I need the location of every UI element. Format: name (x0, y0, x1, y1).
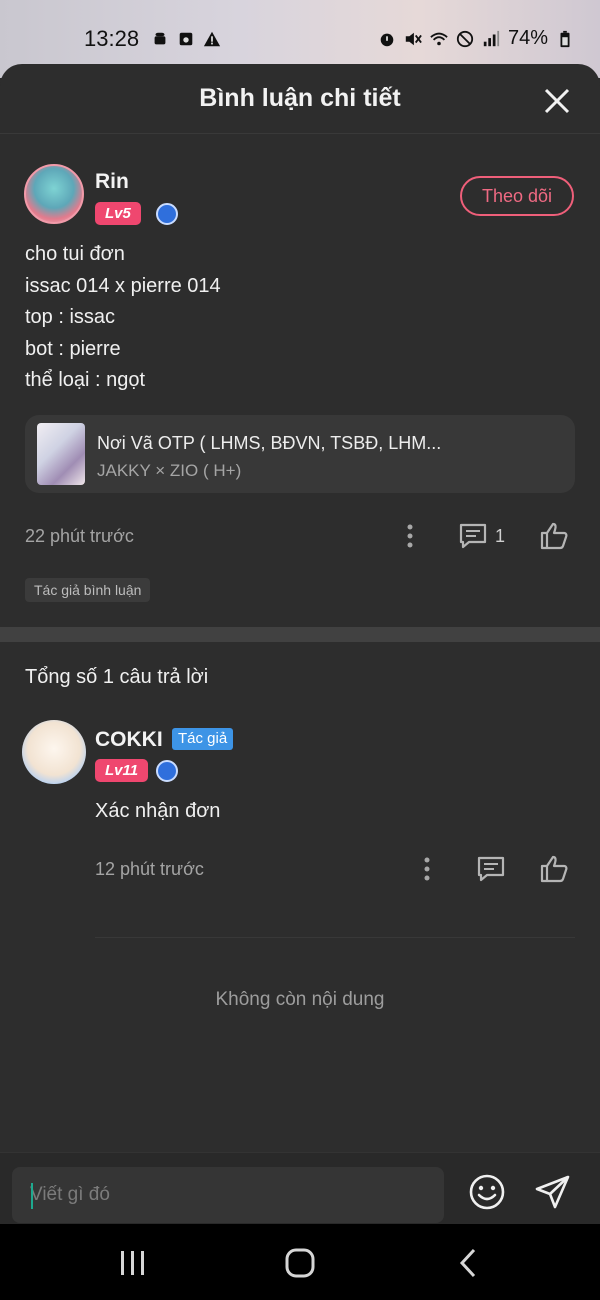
status-time: 13:28 (84, 26, 140, 51)
replies-title: Tổng số 1 câu trả lời (25, 666, 209, 688)
comment-body: cho tui đơn issac 014 x pierre 014 top :… (25, 239, 221, 397)
comment-line: cho tui đơn (25, 243, 125, 265)
avatar[interactable] (22, 720, 86, 784)
recent-apps-icon[interactable] (114, 1248, 150, 1278)
reply-time: 12 phút trước (95, 859, 204, 879)
mute-icon (405, 32, 422, 45)
divider (95, 937, 575, 938)
battery-icon (560, 30, 570, 47)
story-card[interactable]: Nơi Vã OTP ( LHMS, BĐVN, TSBĐ, LHM... JA… (25, 415, 575, 493)
story-cover (37, 423, 85, 485)
comment-input[interactable] (12, 1167, 444, 1223)
reply-count: 1 (495, 526, 506, 546)
more-icon[interactable] (412, 854, 442, 884)
warning-icon (203, 31, 221, 47)
status-left: 13:28 (84, 26, 221, 52)
story-title: Nơi Vã OTP ( LHMS, BĐVN, TSBĐ, LHM... (97, 433, 442, 453)
android-icon (154, 32, 166, 45)
emoji-icon[interactable] (468, 1173, 506, 1211)
back-icon[interactable] (450, 1248, 486, 1278)
more-icon[interactable] (395, 521, 425, 551)
close-icon[interactable] (544, 88, 570, 114)
like-icon[interactable] (539, 521, 569, 551)
story-subtitle: JAKKY × ZIO ( H+) (97, 461, 242, 480)
send-icon[interactable] (533, 1172, 573, 1212)
camera-icon (179, 32, 193, 46)
composer (0, 1152, 600, 1224)
level-badge: Lv11 (95, 759, 149, 782)
follow-button[interactable]: Theo dõi (460, 176, 574, 216)
system-nav-bar (0, 1224, 600, 1300)
dnd-icon (456, 30, 474, 47)
comment-line: top : issac (25, 306, 116, 329)
like-icon[interactable] (539, 854, 569, 884)
comment-time: 22 phút trước (25, 526, 134, 546)
author-badge: Tác giả (172, 728, 234, 750)
comment-line: thể loại : ngọt (25, 369, 146, 392)
section-divider (0, 627, 600, 642)
comment-line: issac 014 x pierre 014 (25, 274, 221, 297)
home-icon[interactable] (282, 1248, 318, 1278)
signal-icon (483, 30, 500, 46)
drop-badge-icon (156, 203, 178, 225)
sheet-title: Bình luận chi tiết (199, 84, 401, 112)
end-of-content: Không còn nội dung (215, 989, 385, 1010)
comment-author-tag: Tác giả bình luận (25, 578, 151, 602)
sheet-header: Bình luận chi tiết (0, 64, 600, 134)
level-badge: Lv5 (95, 202, 141, 225)
battery-text: 74% (507, 27, 548, 49)
text-caret (31, 1183, 33, 1209)
avatar[interactable] (24, 164, 84, 224)
reply-icon[interactable] (458, 521, 488, 551)
reply-icon[interactable] (476, 854, 506, 884)
status-right: 74% (378, 27, 574, 50)
comment-detail-sheet: Bình luận chi tiết (0, 64, 600, 1224)
reply-username[interactable]: COKKI (95, 728, 163, 752)
reply-text: Xác nhận đơn (95, 800, 221, 822)
comment-username[interactable]: Rin (95, 170, 129, 194)
comment-line: bot : pierre (25, 337, 121, 360)
alarm-icon (380, 33, 394, 46)
wifi-icon (430, 32, 448, 45)
drop-badge-icon (156, 760, 178, 782)
